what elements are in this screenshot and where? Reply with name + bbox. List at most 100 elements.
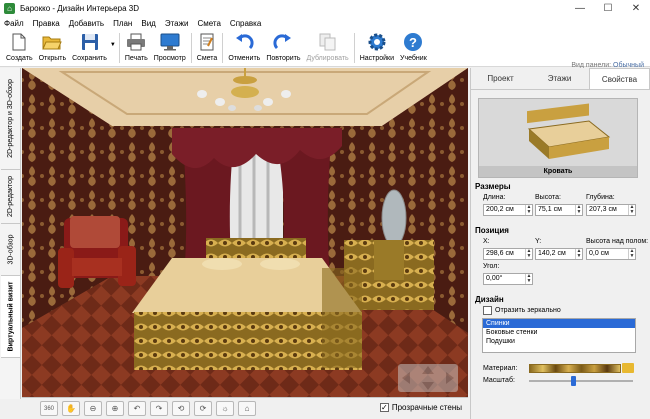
angle-field[interactable]: 0,00° ▲ ▼ [483, 273, 533, 285]
zoom-out-icon: ⊖ [89, 404, 97, 413]
floor-height-field[interactable]: 0,0 см ▲ ▼ [586, 248, 636, 260]
save-button[interactable]: Сохранить [69, 30, 110, 66]
tab-2d-editor[interactable]: 2D-редактор [1, 170, 20, 224]
orbit-right-button[interactable]: ⟳ [194, 401, 212, 416]
menu-estimate[interactable]: Смета [197, 19, 220, 28]
chevron-down-icon: ▼ [109, 42, 116, 48]
menu-file[interactable]: Файл [4, 19, 24, 28]
rotate-right-button[interactable]: ↷ [150, 401, 168, 416]
x-spinner[interactable]: ▲ ▼ [525, 249, 532, 259]
open-button[interactable]: Открыть [36, 30, 70, 66]
scale-label: Масштаб: [483, 377, 515, 384]
tab-floors[interactable]: Этажи [530, 68, 589, 89]
sizes-section: Размеры [475, 182, 511, 191]
scale-slider-handle[interactable] [570, 376, 576, 386]
light-bulb-icon: ☼ [221, 404, 229, 413]
pan-hand-button[interactable]: ✋ [62, 401, 80, 416]
height-field[interactable]: 75,1 см ▲ ▼ [535, 204, 583, 216]
y-field[interactable]: 140,2 см ▲ ▼ [535, 248, 583, 260]
zoom-in-button[interactable]: ⊕ [106, 401, 124, 416]
view-mode-tabs: 2D-редактор и 3D-обзор 2D-редактор 3D-об… [0, 68, 21, 399]
rotate-left-icon: ↶ [133, 404, 141, 413]
material-swatch[interactable] [529, 364, 621, 373]
undo-arrow-icon [234, 32, 254, 52]
3d-viewport[interactable] [22, 68, 468, 399]
menu-add[interactable]: Добавить [69, 19, 104, 28]
panel-tabs: Проект Этажи Свойства [471, 68, 650, 90]
preview-button[interactable]: Просмотр [151, 30, 189, 66]
duplicate-button[interactable]: Дублировать [304, 30, 352, 66]
tab-2d-and-3d[interactable]: 2D-редактор и 3D-обзор [1, 68, 20, 170]
orbit-left-icon: ⟲ [177, 404, 185, 413]
undo-button[interactable]: Отменить [225, 30, 263, 66]
redo-button[interactable]: Повторить [263, 30, 303, 66]
list-item[interactable]: Подушки [483, 337, 635, 346]
tab-virtual-visit[interactable]: Виртуальный визит [1, 276, 20, 358]
height-spinner[interactable]: ▲ ▼ [575, 205, 582, 215]
design-parts-list[interactable]: Спинки Боковые стенки Подушки [482, 318, 636, 353]
estimate-sheet-icon [197, 32, 217, 52]
length-label: Длина: [483, 194, 506, 201]
bed-thumbnail [527, 103, 611, 159]
bed-headboard [206, 238, 306, 260]
orbit-left-button[interactable]: ⟲ [172, 401, 190, 416]
mirror-toggle[interactable]: Отразить зеркально [483, 306, 561, 315]
mirror-checkbox[interactable] [483, 306, 492, 315]
transparent-walls-checkbox[interactable]: ✓ [379, 403, 389, 412]
material-folder-icon[interactable] [622, 363, 634, 373]
material-label: Материал: [483, 365, 518, 372]
svg-text:?: ? [409, 35, 417, 50]
tab-3d-view[interactable]: 3D-обзор [1, 224, 20, 276]
height-label: Высота: [535, 194, 561, 201]
properties-panel: Проект Этажи Свойства Кровать Размеры Дл… [470, 68, 650, 419]
y-label: Y: [535, 238, 542, 245]
scale-slider[interactable] [529, 376, 633, 386]
save-dropdown-arrow[interactable]: ▼ [110, 30, 117, 66]
rotate-right-icon: ↷ [155, 404, 163, 413]
toolbar-separator [353, 33, 355, 63]
redo-arrow-icon [273, 32, 293, 52]
navigation-pad [398, 364, 458, 392]
estimate-button[interactable]: Смета [194, 30, 221, 66]
object-preview: Кровать [478, 98, 638, 178]
light-button[interactable]: ☼ [216, 401, 234, 416]
home-view-button[interactable]: ⌂ [238, 401, 256, 416]
rotate-left-button[interactable]: ↶ [128, 401, 146, 416]
print-button[interactable]: Печать [122, 30, 151, 66]
help-question-icon: ? [403, 32, 423, 52]
x-field[interactable]: 298,6 см ▲ ▼ [483, 248, 533, 260]
y-spinner[interactable]: ▲ ▼ [575, 249, 582, 259]
close-button[interactable]: ✕ [622, 0, 650, 17]
menu-help[interactable]: Справка [230, 19, 261, 28]
angle-spinner[interactable]: ▲ ▼ [525, 274, 532, 284]
tutorial-button[interactable]: ? Учебник [397, 30, 430, 66]
length-field[interactable]: 200,2 см ▲ ▼ [483, 204, 533, 216]
list-item[interactable]: Боковые стенки [483, 328, 635, 337]
zoom-out-button[interactable]: ⊖ [84, 401, 102, 416]
tab-properties[interactable]: Свойства [589, 68, 650, 89]
hand-icon: ✋ [66, 404, 76, 413]
angle-label: Угол: [483, 263, 500, 270]
x-label: X: [483, 238, 490, 245]
orbit-right-icon: ⟳ [199, 404, 207, 413]
toolbar-separator [190, 33, 192, 63]
view-360-button[interactable]: 360 [40, 401, 58, 416]
floor-height-spinner[interactable]: ▲ ▼ [628, 249, 635, 259]
create-button[interactable]: Создать [3, 30, 36, 66]
depth-field[interactable]: 207,3 см ▲ ▼ [586, 204, 636, 216]
depth-spinner[interactable]: ▲ ▼ [628, 205, 635, 215]
menu-plan[interactable]: План [113, 19, 132, 28]
length-spinner[interactable]: ▲ ▼ [525, 205, 532, 215]
menu-floors[interactable]: Этажи [165, 19, 189, 28]
floppy-disk-icon [80, 32, 100, 52]
menu-view[interactable]: Вид [141, 19, 155, 28]
maximize-button[interactable]: ☐ [594, 0, 622, 17]
tab-project[interactable]: Проект [471, 68, 530, 89]
transparent-walls-toggle[interactable]: ✓ Прозрачные стены [379, 403, 462, 412]
toolbar: Создать Открыть Сохранить ▼ Печать Просм… [0, 30, 650, 69]
minimize-button[interactable]: — [566, 0, 594, 17]
settings-button[interactable]: Настройки [357, 30, 397, 66]
list-item[interactable]: Спинки [483, 319, 635, 328]
menu-edit[interactable]: Правка [33, 19, 60, 28]
monitor-icon [160, 32, 180, 52]
